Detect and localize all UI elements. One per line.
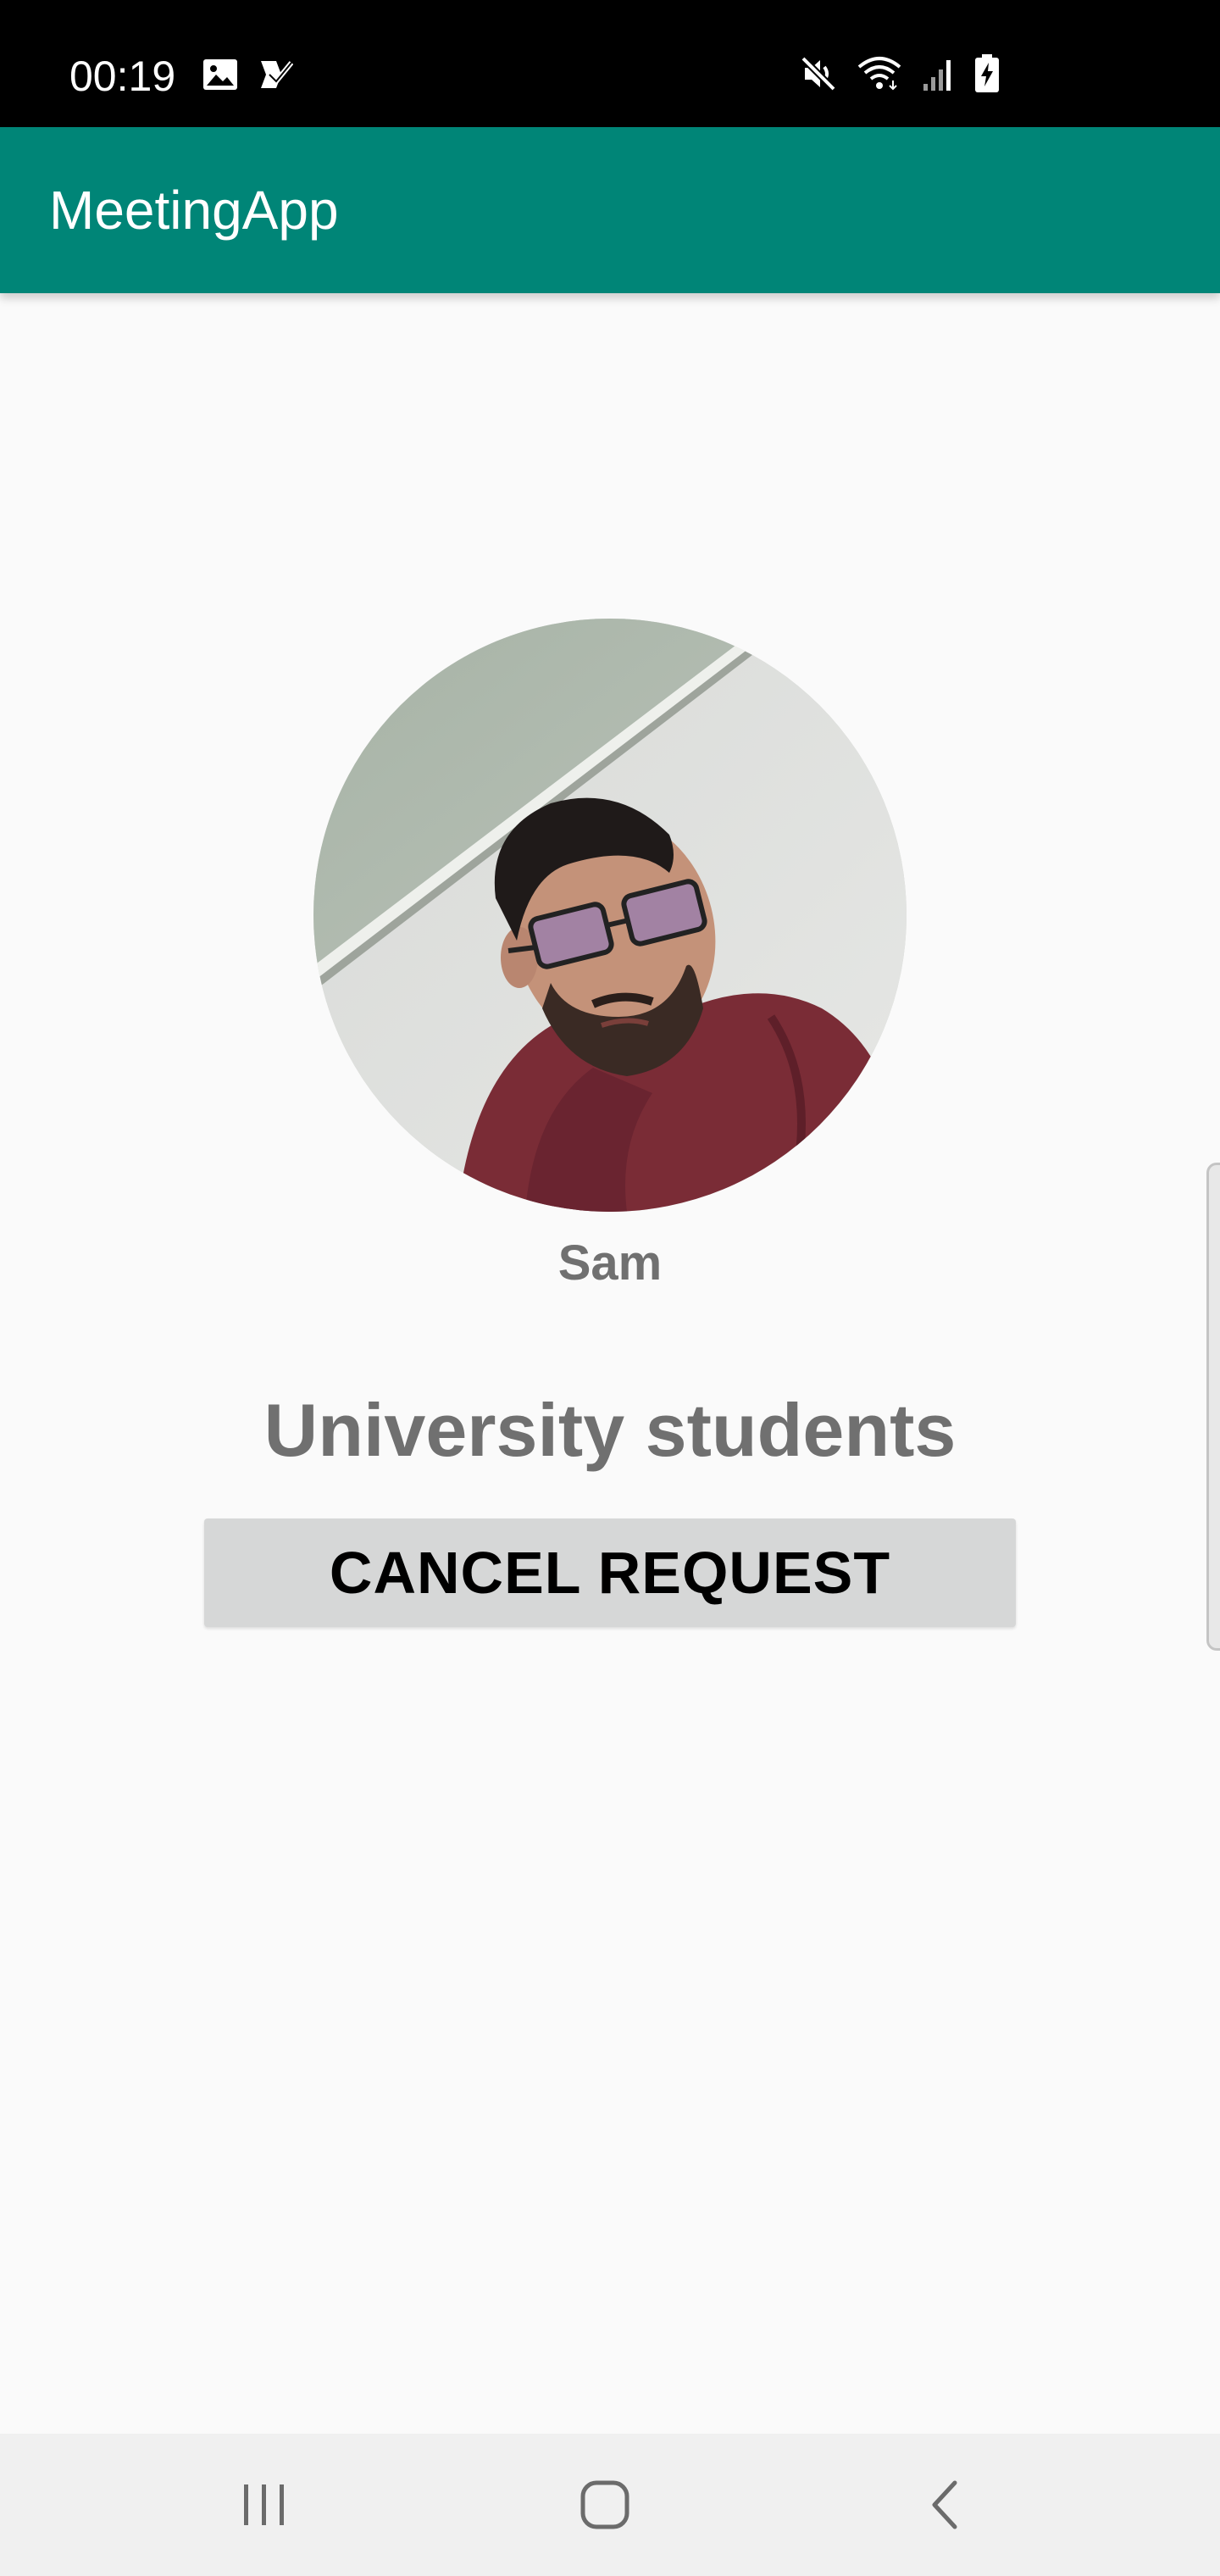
mute-icon: [801, 56, 836, 92]
meeting-request-screen: 00:19 MeetingApp Sam University students…: [0, 0, 1220, 2576]
navigation-bar: [0, 2434, 1220, 2576]
home-button[interactable]: [563, 2462, 647, 2547]
wifi-icon: [857, 57, 901, 91]
edge-panel-handle[interactable]: [1206, 1163, 1220, 1651]
status-time: 00:19: [69, 53, 176, 100]
home-icon: [580, 2480, 629, 2529]
status-right-icons: [800, 54, 1000, 93]
back-icon: [932, 2480, 957, 2529]
status-left-icons: [202, 58, 293, 92]
status-bar: 00:19: [0, 0, 1220, 127]
task-check-icon: [261, 61, 293, 88]
recent-apps-button[interactable]: [222, 2462, 307, 2547]
back-button[interactable]: [903, 2462, 988, 2547]
battery-charging-icon: [975, 54, 999, 92]
recent-apps-icon: [244, 2484, 284, 2525]
signal-icon: [923, 60, 951, 91]
profile-photo: [313, 619, 907, 1212]
profile-avatar[interactable]: [313, 619, 907, 1212]
group-name: University students: [263, 1388, 957, 1472]
cancel-request-button[interactable]: CANCEL REQUEST: [204, 1518, 1016, 1627]
app-title: MeetingApp: [49, 180, 339, 241]
gallery-icon: [203, 59, 237, 90]
profile-name: Sam: [557, 1235, 663, 1291]
app-bar: MeetingApp: [0, 127, 1220, 293]
